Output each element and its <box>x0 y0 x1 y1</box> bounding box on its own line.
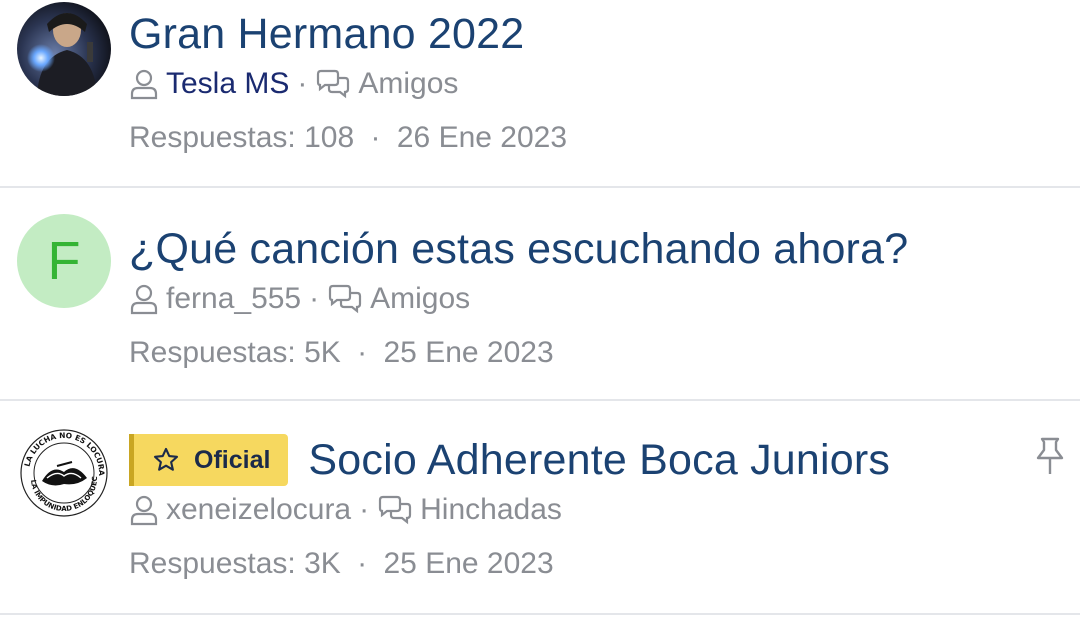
thread-stats: Respuestas: 108 · 26 Ene 2023 <box>129 121 567 155</box>
thread-item[interactable]: F ¿Qué canción estas escuchando ahora? f… <box>0 188 1080 401</box>
avatar-letter: F <box>47 231 81 291</box>
user-icon <box>129 283 159 315</box>
forum-link[interactable]: Amigos <box>358 67 458 101</box>
user-icon <box>129 68 159 100</box>
thread-stats: Respuestas: 5K · 25 Ene 2023 <box>129 336 554 370</box>
replies-count: 3K <box>304 547 341 580</box>
thread-title[interactable]: ¿Qué canción estas escuchando ahora? <box>129 223 908 275</box>
author-link[interactable]: Tesla MS <box>166 67 289 101</box>
user-avatar[interactable]: LA LUCHA NO ES LOCURA LA IMPUNIDAD ENLOQ… <box>17 426 111 520</box>
thread-item[interactable]: Gran Hermano 2022 Tesla MS · Amigos Resp… <box>0 0 1080 188</box>
user-avatar[interactable] <box>17 2 111 96</box>
comments-icon <box>377 495 413 525</box>
separator: · <box>359 493 370 526</box>
official-badge: Oficial <box>129 434 289 486</box>
author-link[interactable]: xeneizelocura <box>166 493 351 527</box>
comments-icon <box>327 284 363 314</box>
forum-link[interactable]: Amigos <box>370 282 470 316</box>
thread-date: 25 Ene 2023 <box>383 547 554 580</box>
thread-item[interactable]: LA LUCHA NO ES LOCURA LA IMPUNIDAD ENLOQ… <box>0 402 1080 615</box>
separator: · <box>357 336 368 369</box>
separator: · <box>297 67 308 100</box>
thread-title[interactable]: Gran Hermano 2022 <box>129 8 524 60</box>
thread-meta: Tesla MS · Amigos <box>129 67 458 101</box>
separator: · <box>370 121 381 154</box>
badge-label: Oficial <box>194 445 271 474</box>
comments-icon <box>315 69 351 99</box>
thread-date: 25 Ene 2023 <box>383 336 554 369</box>
star-icon <box>153 447 179 471</box>
separator: · <box>357 547 368 580</box>
thread-stats: Respuestas: 3K · 25 Ene 2023 <box>129 547 554 581</box>
replies-label: Respuestas: <box>129 547 296 580</box>
thread-meta: xeneizelocura · Hinchadas <box>129 493 562 527</box>
thread-title[interactable]: Socio Adherente Boca Juniors <box>308 434 890 486</box>
la-lucha-logo-icon: LA LUCHA NO ES LOCURA LA IMPUNIDAD ENLOQ… <box>17 426 111 520</box>
replies-count: 108 <box>304 121 355 154</box>
pin-icon <box>1034 436 1066 481</box>
user-icon <box>129 494 159 526</box>
replies-label: Respuestas: <box>129 336 296 369</box>
thread-date: 26 Ene 2023 <box>396 121 568 154</box>
replies-count: 5K <box>304 336 341 369</box>
author-link[interactable]: ferna_555 <box>166 282 301 316</box>
thread-meta: ferna_555 · Amigos <box>129 282 470 316</box>
replies-label: Respuestas: <box>129 121 296 154</box>
forum-link[interactable]: Hinchadas <box>420 493 562 527</box>
separator: · <box>309 282 320 315</box>
user-avatar[interactable]: F <box>17 214 111 308</box>
hooded-figure-avatar-icon <box>17 2 111 96</box>
